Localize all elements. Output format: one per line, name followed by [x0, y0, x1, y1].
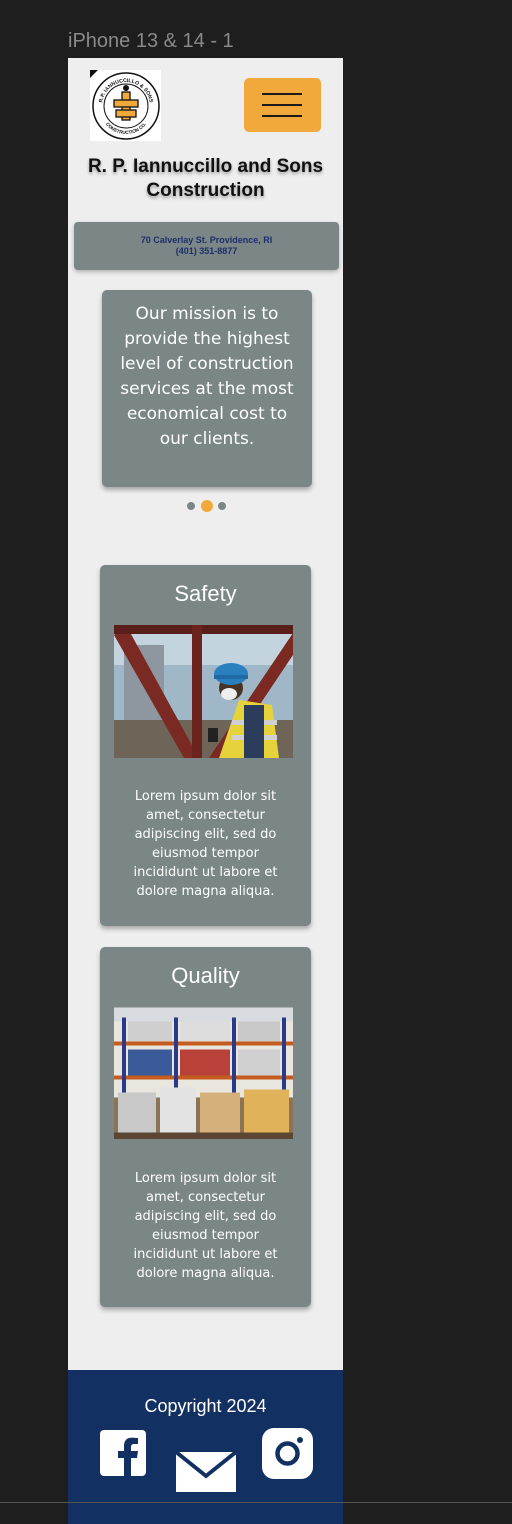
facebook-icon[interactable]	[100, 1430, 146, 1476]
carousel-dot-2-active[interactable]	[201, 500, 213, 512]
quality-card: Quality Lorem ipsum dolor sit amet, cons…	[100, 947, 311, 1307]
copyright-text: Copyright 2024	[144, 1396, 267, 1416]
card-title: Safety	[174, 581, 237, 606]
company-name: R. P. Iannuccillo and Sons Construction	[87, 156, 324, 201]
card-text: Lorem ipsum dolor sit amet, consectetur …	[133, 789, 278, 899]
phone-screen: R.P. IANNUCCILLO & SONS CONSTRUCTION CO.…	[68, 58, 343, 1524]
hamburger-icon-line	[262, 115, 302, 117]
construction-worker-photo	[114, 625, 293, 758]
warehouse-materials-photo	[114, 1007, 293, 1139]
instagram-icon[interactable]	[262, 1428, 313, 1479]
card-title: Quality	[171, 963, 240, 988]
carousel-dots	[68, 500, 343, 512]
mission-text: Our mission is to provide the highest le…	[120, 304, 294, 449]
frame-label: iPhone 13 & 14 - 1	[68, 30, 234, 52]
address-text: 70 Calverlay St. Providence, RI	[140, 235, 273, 245]
contact-box: 70 Calverlay St. Providence, RI (401) 35…	[74, 222, 339, 270]
menu-button[interactable]	[244, 78, 321, 132]
mail-icon[interactable]	[174, 1450, 238, 1492]
hamburger-icon	[262, 93, 302, 95]
divider-line	[0, 1502, 512, 1503]
phone-text[interactable]: (401) 351-8877	[74, 246, 339, 257]
hamburger-icon-line	[262, 104, 302, 106]
safety-card: Safety Lorem ipsum dolor sit amet, conse…	[100, 565, 311, 926]
carousel-dot-1[interactable]	[187, 502, 195, 510]
card-text: Lorem ipsum dolor sit amet, consectetur …	[133, 1171, 278, 1281]
mission-card: Our mission is to provide the highest le…	[102, 290, 312, 487]
carousel-dot-3[interactable]	[218, 502, 226, 510]
footer: Copyright 2024	[68, 1370, 343, 1524]
company-logo[interactable]: R.P. IANNUCCILLO & SONS CONSTRUCTION CO.	[90, 70, 161, 141]
